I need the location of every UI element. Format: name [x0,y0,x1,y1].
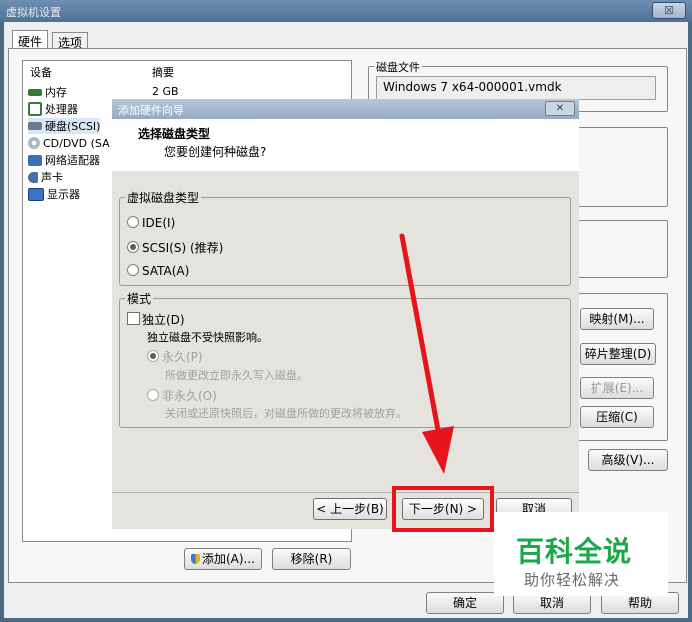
red-highlight-box [392,486,494,532]
persistent-label: 永久(P) [162,350,203,364]
disk-file-field[interactable]: Windows 7 x64-000001.vmdk [376,76,656,100]
expand-button[interactable]: 扩展(E)... [580,377,654,399]
monitor-icon [28,187,44,201]
nonpersistent-description: 关闭或还原快照后，对磁盘所做的更改将被放弃。 [165,407,407,420]
map-button[interactable]: 映射(M)... [580,308,654,330]
watermark-subtitle: 助你轻松解决 [524,571,621,589]
independent-label: 独立(D) [142,313,185,327]
checkbox-icon [127,312,140,325]
add-button-label: 添加(A)... [201,552,256,566]
capacity-group [578,127,668,207]
dialog-title: 添加硬件向导 [118,104,184,117]
window-title: 虚拟机设置 [6,6,61,19]
tab-hardware[interactable]: 硬件 [12,30,49,49]
red-arrow-annotation [399,233,454,474]
nonpersistent-label: 非永久(O) [162,389,217,403]
disk-type-legend: 虚拟磁盘类型 [125,189,202,206]
radio-ide[interactable]: IDE(I) [127,216,175,230]
speaker-icon [28,171,38,183]
device-name: 显示器 [47,188,80,201]
radio-sata[interactable]: SATA(A) [127,264,189,278]
tab-options[interactable]: 选项 [52,32,89,50]
device-summary: 2 GB [152,85,179,98]
device-row-memory[interactable]: 内存 [28,84,67,100]
defragment-button[interactable]: 碎片整理(D) [580,343,656,365]
device-row-network[interactable]: 网络适配器 [28,152,100,168]
compact-button[interactable]: 压缩(C) [580,406,654,428]
dialog-subheading: 您要创建何种磁盘? [164,145,267,159]
radio-ide-label: IDE(I) [142,216,176,230]
radio-button-selected-icon [127,241,139,253]
radio-scsi[interactable]: SCSI(S) (推荐) [127,239,223,256]
radio-button-icon [147,389,159,401]
summary-column-header[interactable]: 摘要 [152,64,174,80]
ok-button[interactable]: 确定 [426,592,504,614]
mode-legend: 模式 [125,290,154,307]
processor-icon [28,102,42,116]
device-name: 内存 [45,86,67,99]
window-close-button[interactable]: ☒ [652,2,686,19]
device-row-cd-dvd[interactable]: CD/DVD (SA [28,135,110,151]
device-name: 硬盘(SCSI) [45,120,101,133]
hard-disk-icon [28,122,42,130]
advanced-button[interactable]: 高级(V)... [588,449,668,471]
radio-button-icon [127,264,139,276]
dialog-close-button[interactable]: ✕ [545,101,575,116]
radio-scsi-label: SCSI(S) [142,241,187,255]
device-name: 声卡 [41,171,63,184]
device-name: 网络适配器 [45,154,100,167]
memory-icon [28,88,42,96]
radio-sata-label: SATA(A) [142,264,190,278]
device-row-display[interactable]: 显示器 [28,186,80,202]
cd-icon [28,137,40,149]
recommended-note: (推荐) [189,241,224,255]
dialog-heading: 选择磁盘类型 [138,127,211,141]
device-name: 处理器 [45,103,78,116]
watermark-title: 百科全说 [516,535,633,568]
network-adapter-icon [28,154,42,166]
device-row-sound[interactable]: 声卡 [28,169,63,185]
independent-description: 独立磁盘不受快照影响。 [147,331,268,344]
window-titlebar [0,0,692,22]
device-column-header[interactable]: 设备 [30,64,52,80]
device-row-hard-disk[interactable]: 硬盘(SCSI) [28,118,101,134]
persistent-description: 所做更改立即永久写入磁盘。 [165,369,308,382]
radio-button-selected-icon [147,350,159,362]
radio-button-icon [127,216,139,228]
add-button[interactable]: 添加(A)... [184,548,262,570]
disk-info-group [578,220,668,278]
device-name: CD/DVD (SA [43,136,110,150]
independent-checkbox[interactable]: 独立(D) [127,311,185,328]
back-button[interactable]: < 上一步(B) [313,498,387,520]
dialog-separator [112,492,579,493]
radio-persistent[interactable]: 永久(P) [147,348,203,365]
shield-icon [190,554,200,564]
device-row-processor[interactable]: 处理器 [28,101,78,117]
remove-button[interactable]: 移除(R) [272,548,351,570]
disk-file-label: 磁盘文件 [374,59,422,75]
radio-nonpersistent[interactable]: 非永久(O) [147,387,217,404]
